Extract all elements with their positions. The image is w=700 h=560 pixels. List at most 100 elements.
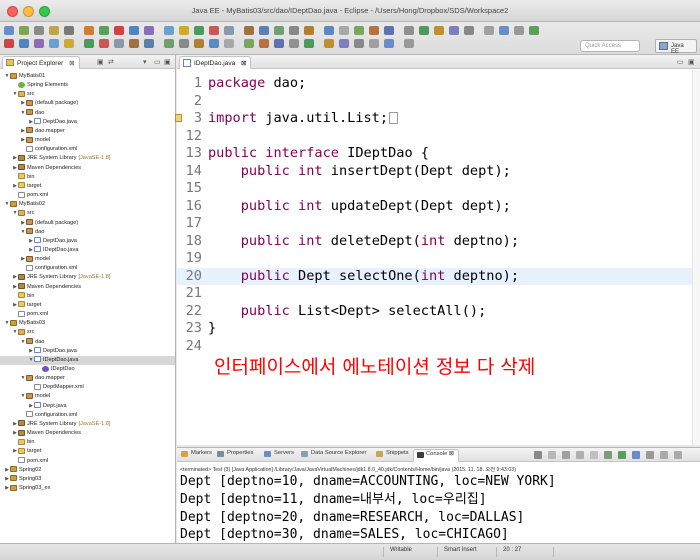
tree-item[interactable]: ▶ Dept.java	[0, 402, 175, 411]
search-toolbar-icon[interactable]	[144, 39, 154, 48]
tree-item[interactable]: pom.xml	[0, 457, 175, 466]
remove-launch-icon[interactable]	[562, 451, 570, 459]
tree-item[interactable]: ▼ MyBatis01	[0, 72, 175, 81]
tab-data-source-explorer[interactable]: Data Source Explorer	[301, 450, 366, 457]
tree-item[interactable]: ▶ target	[0, 447, 175, 456]
collapse-all-icon[interactable]: ▣	[97, 58, 104, 66]
tree-item[interactable]: ▶ DeptDao.java	[0, 347, 175, 356]
open-type-toolbar-icon[interactable]	[64, 39, 74, 48]
maximize-editor-icon[interactable]: ▣	[688, 58, 695, 66]
stop-toolbar-icon[interactable]	[114, 39, 124, 48]
code-line[interactable]: 15	[177, 180, 700, 198]
tree-item[interactable]: ▶ (default package)	[0, 219, 175, 228]
tab-servers[interactable]: Servers	[264, 450, 294, 457]
tree-item[interactable]: configuration.xml	[0, 264, 175, 273]
word-wrap-icon[interactable]	[604, 451, 612, 459]
tree-item[interactable]: ▶ dao.mapper	[0, 127, 175, 136]
run-toolbar-icon[interactable]	[99, 26, 109, 35]
console-toolbar-icon[interactable]	[529, 26, 539, 35]
tree-item[interactable]: ▼ dao	[0, 109, 175, 118]
tree-item[interactable]: ▼ dao	[0, 228, 175, 237]
tree-item[interactable]: bin	[0, 173, 175, 182]
code-line[interactable]: 18 public int deleteDept(int deptno);	[177, 233, 700, 251]
close-tab-icon[interactable]: ⊠	[241, 60, 246, 67]
tree-item[interactable]: ▶ JRE System Library [JavaSE-1.8]	[0, 420, 175, 429]
tree-item[interactable]: ▼ IDeptDao.java	[0, 355, 175, 365]
minimize-editor-icon[interactable]: ▭	[677, 58, 684, 66]
new-toolbar-icon[interactable]	[4, 39, 14, 48]
tree-item[interactable]: ▶ (default package)	[0, 99, 175, 108]
open-resource-toolbar-icon[interactable]	[339, 26, 349, 35]
maximize-icon[interactable]	[674, 451, 682, 459]
code-view[interactable]: 1 package dao; 2 3 import java.util.List; 12 1…	[175, 70, 700, 445]
maximize-view-icon[interactable]: ▣	[164, 58, 171, 66]
back-toolbar-icon[interactable]	[224, 39, 234, 48]
tree-item[interactable]: bin	[0, 292, 175, 301]
folded-imports-icon[interactable]	[389, 112, 399, 124]
new-class-toolbar-icon[interactable]	[324, 26, 334, 35]
perspective-b-toolbar-icon[interactable]	[404, 39, 414, 48]
history-toolbar-icon[interactable]	[484, 26, 494, 35]
pin-toolbar-icon[interactable]	[259, 26, 269, 35]
close-tab-icon[interactable]: ⊠	[447, 451, 454, 457]
tree-item[interactable]: Spring Elements	[0, 81, 175, 90]
tree-item[interactable]: ▼ src	[0, 209, 175, 218]
sync-toolbar-icon[interactable]	[514, 26, 524, 35]
refresh-toolbar-icon[interactable]	[354, 26, 364, 35]
tree-item[interactable]: ▶ JRE System Library [JavaSE-1.8]	[0, 154, 175, 163]
tab-properties[interactable]: Properties	[217, 450, 253, 457]
tree-item[interactable]: configuration.xml	[0, 145, 175, 154]
new-package-toolbar-icon[interactable]	[304, 39, 314, 48]
tree-item[interactable]: ▶ model	[0, 255, 175, 264]
link-with-editor-icon[interactable]: ⇄	[108, 58, 114, 66]
tree-item[interactable]: DeptMapper.xml	[0, 383, 175, 392]
tree-item[interactable]: ▶ Spring03_ex	[0, 484, 175, 493]
build-toolbar-icon[interactable]	[49, 26, 59, 35]
search-toolbar-icon[interactable]	[144, 26, 154, 35]
editor-scrollbar[interactable]	[692, 70, 700, 445]
publish-toolbar-icon[interactable]	[434, 26, 444, 35]
tree-item[interactable]: ▼ dao	[0, 338, 175, 347]
open-console-icon[interactable]	[646, 451, 654, 459]
new-toolbar-icon[interactable]	[4, 26, 14, 35]
tree-item[interactable]: ▶ Maven Dependencies	[0, 283, 175, 292]
tree-item[interactable]: ▶ Spring02	[0, 466, 175, 475]
tree-item[interactable]: bin	[0, 438, 175, 447]
tree-item[interactable]: ▼ MyBatis02	[0, 200, 175, 209]
code-line[interactable]: 1 package dao;	[177, 75, 700, 93]
prev-annotation-toolbar-icon[interactable]	[209, 26, 219, 35]
tree-item[interactable]: ▼ MyBatis03	[0, 319, 175, 328]
code-line[interactable]: 16 public int updateDept(Dept dept);	[177, 198, 700, 216]
print-toolbar-icon[interactable]	[34, 26, 44, 35]
tree-item[interactable]: ▶ JRE System Library [JavaSE-1.8]	[0, 273, 175, 282]
minimize-view-icon[interactable]: ▭	[154, 58, 161, 66]
link-toolbar-icon[interactable]	[464, 26, 474, 35]
perspective-a-toolbar-icon[interactable]	[384, 39, 394, 48]
display-console-icon[interactable]	[632, 451, 640, 459]
save-toolbar-icon[interactable]	[19, 39, 29, 48]
refresh-toolbar-icon[interactable]	[354, 39, 364, 48]
code-line[interactable]: 23}	[177, 320, 700, 338]
code-line[interactable]: 22 public List<Dept> selectAll();	[177, 303, 700, 321]
debug-toolbar-icon[interactable]	[84, 26, 94, 35]
external-tools-toolbar-icon[interactable]	[129, 39, 139, 48]
tree-item[interactable]: ▼ model	[0, 392, 175, 401]
tree-item[interactable]: ▶ Spring03	[0, 475, 175, 484]
tree-item[interactable]: configuration.xml	[0, 411, 175, 420]
open-task-toolbar-icon[interactable]	[164, 39, 174, 48]
view-menu-icon[interactable]: ▾	[143, 58, 147, 66]
quick-access-input[interactable]: Quick Access	[580, 40, 640, 52]
forward-toolbar-icon[interactable]	[244, 26, 254, 35]
open-type-toolbar-icon[interactable]	[64, 26, 74, 35]
terminate-icon[interactable]	[548, 451, 556, 459]
open-resource-toolbar-icon[interactable]	[339, 39, 349, 48]
new-package-toolbar-icon[interactable]	[304, 26, 314, 35]
code-line[interactable]: 12	[177, 128, 700, 146]
stop-toolbar-icon[interactable]	[114, 26, 124, 35]
quick-assist-marker-icon[interactable]	[175, 114, 182, 122]
new-server-toolbar-icon[interactable]	[274, 39, 284, 48]
tree-item[interactable]: ▶ Maven Dependencies	[0, 429, 175, 438]
build-toolbar-icon[interactable]	[49, 39, 59, 48]
next-annotation-toolbar-icon[interactable]	[194, 39, 204, 48]
annotate-toolbar-icon[interactable]	[179, 39, 189, 48]
